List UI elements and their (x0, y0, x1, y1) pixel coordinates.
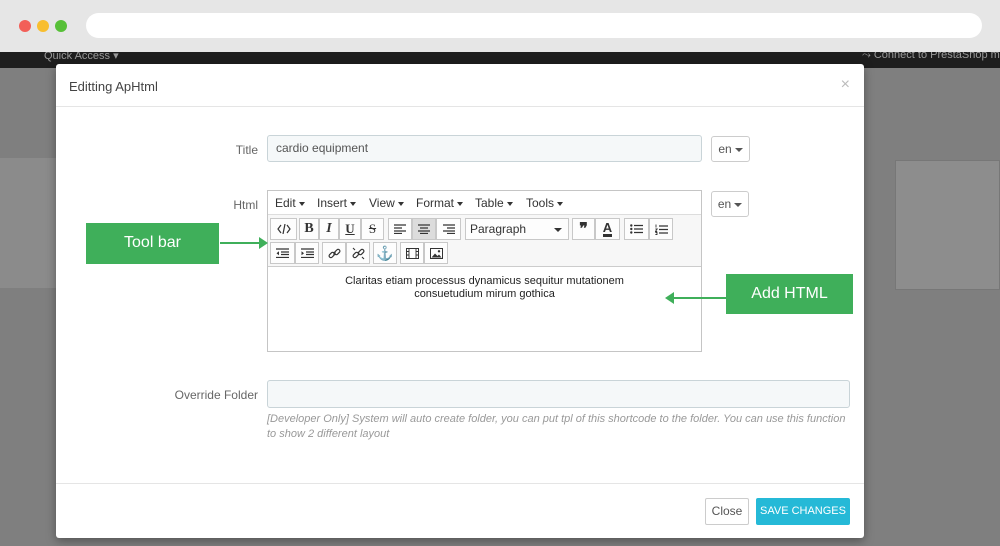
menu-view[interactable]: View (369, 196, 404, 210)
strikethrough-icon[interactable]: S (361, 218, 384, 240)
bold-icon[interactable]: B (299, 218, 319, 240)
underline-icon[interactable]: U (339, 218, 361, 240)
browser-chrome (0, 0, 1000, 52)
anchor-icon[interactable]: ⚓ (373, 242, 397, 264)
menu-insert[interactable]: Insert (317, 196, 357, 210)
connect-link[interactable]: ⤳ Connect to PrestaShop m (862, 52, 1000, 62)
blockquote-icon[interactable]: ❞ (572, 218, 595, 240)
html-label: Html (233, 198, 258, 212)
chevron-down-icon (298, 201, 305, 206)
chevron-down-icon (397, 201, 404, 206)
title-language-select[interactable]: en (711, 136, 750, 162)
override-folder-help: [Developer Only] System will auto create… (267, 413, 846, 440)
align-left-icon[interactable] (388, 218, 412, 240)
html-editor: Edit Insert View Format Table Tools B I … (267, 190, 702, 352)
modal-title: Editting ApHtml (69, 79, 158, 94)
close-icon[interactable]: × (841, 76, 850, 94)
background-panel-right (895, 160, 1000, 290)
bullet-list-icon[interactable] (624, 218, 649, 240)
address-bar[interactable] (86, 13, 982, 38)
chevron-down-icon (734, 202, 743, 207)
background-panel-left (0, 158, 56, 288)
menu-tools[interactable]: Tools (526, 196, 564, 210)
align-right-icon[interactable] (436, 218, 461, 240)
language-label: en (717, 197, 732, 211)
align-center-icon[interactable] (412, 218, 436, 240)
menu-edit[interactable]: Edit (275, 196, 305, 210)
menu-table[interactable]: Table (475, 196, 513, 210)
arrow-left-icon (665, 292, 726, 304)
italic-icon[interactable]: I (319, 218, 339, 240)
window-maximize-dot[interactable] (55, 20, 67, 32)
html-language-select[interactable]: en (711, 191, 749, 217)
window-minimize-dot[interactable] (37, 20, 49, 32)
editor-content-area[interactable]: Claritas etiam processus dynamicus sequi… (268, 268, 701, 351)
text-color-icon[interactable]: A (595, 218, 620, 240)
outdent-icon[interactable] (270, 242, 295, 264)
editor-menubar: Edit Insert View Format Table Tools (268, 191, 701, 215)
override-folder-input[interactable] (267, 380, 850, 408)
content-line: consuetudium mirum gothica (414, 288, 555, 300)
editor-toolbar: B I U S Paragraph ❞ A ⚓ (268, 215, 701, 267)
modal-footer: Close SAVE CHANGES (56, 483, 864, 538)
save-changes-button[interactable]: SAVE CHANGES (756, 498, 850, 525)
chevron-down-icon (557, 201, 564, 206)
override-folder-label: Override Folder (174, 388, 258, 402)
chevron-down-icon (554, 228, 562, 232)
arrow-right-icon (220, 237, 268, 249)
menu-format[interactable]: Format (416, 196, 464, 210)
title-label: Title (235, 143, 258, 157)
source-code-icon[interactable] (270, 218, 297, 240)
format-select[interactable]: Paragraph (465, 218, 569, 240)
indent-icon[interactable] (295, 242, 319, 264)
quick-access-menu[interactable]: Quick Access ▾ (44, 52, 119, 62)
unlink-icon[interactable] (346, 242, 370, 264)
toolbar-annotation: Tool bar (86, 223, 219, 264)
add-html-annotation: Add HTML (726, 274, 853, 314)
media-icon[interactable] (400, 242, 424, 264)
format-select-value: Paragraph (470, 222, 527, 236)
content-line: Claritas etiam processus dynamicus sequi… (345, 275, 624, 287)
modal-header: Editting ApHtml × (56, 64, 864, 107)
chevron-down-icon (734, 147, 743, 152)
chevron-down-icon (506, 201, 513, 206)
close-button[interactable]: Close (705, 498, 749, 525)
image-icon[interactable] (424, 242, 448, 264)
numbered-list-icon[interactable] (649, 218, 673, 240)
window-close-dot[interactable] (19, 20, 31, 32)
chevron-down-icon (457, 201, 464, 206)
link-icon[interactable] (322, 242, 346, 264)
chevron-down-icon (350, 201, 357, 206)
language-label: en (718, 142, 732, 156)
title-input[interactable]: cardio equipment (267, 135, 702, 162)
